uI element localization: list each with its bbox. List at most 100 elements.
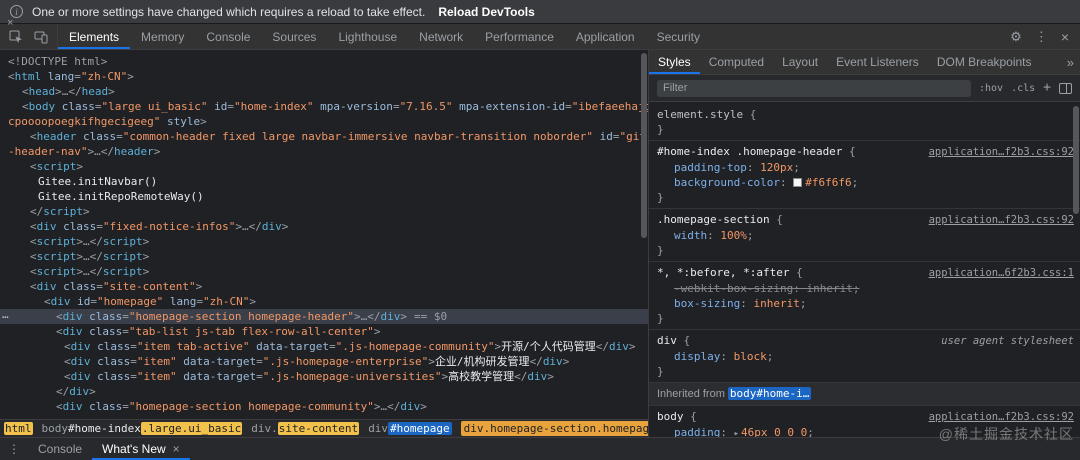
reload-devtools-button[interactable]: Reload DevTools [438,5,534,19]
settings-gear-icon[interactable]: ⚙ [1010,29,1022,45]
dom-node-line[interactable]: Gitee.initRepoRemoteWay() [0,189,648,204]
css-declaration[interactable]: box-sizing: inherit; [657,296,1074,311]
styles-tabs-bar: Styles Computed Layout Event Listeners DOM B… [649,50,1080,75]
css-declaration[interactable]: padding: ▸ 46px 0 0 0; [657,425,1074,437]
close-devtools-icon[interactable]: × [1061,29,1069,45]
dom-node-line[interactable]: <div class="tab-list js-tab flex-row-all… [0,324,648,339]
dom-node-line[interactable]: <body class="large ui_basic" id="home-in… [0,99,648,114]
sidebar-tab-computed[interactable]: Computed [700,50,773,74]
dom-node-line[interactable]: <div class="fixed-notice-infos">…</div> [0,219,648,234]
css-file-link[interactable]: application…f2b3.css:92 [921,213,1074,228]
tab-console[interactable]: Console [195,24,261,49]
dom-node-line[interactable]: <div class="homepage-section homepage-co… [0,399,648,414]
dom-node-line[interactable]: -header-nav">…</header> [0,144,648,159]
dom-node-line[interactable]: <!DOCTYPE html> [0,54,648,69]
drawer-bar: ⋮ Console What's New × [0,437,1080,460]
dom-node-line[interactable]: <script>…</script> [0,249,648,264]
styles-filter-row: :hov .cls + [649,75,1080,102]
tab-network[interactable]: Network [408,24,474,49]
tab-sources[interactable]: Sources [261,24,327,49]
element-classes-button[interactable]: .cls [1011,83,1035,94]
elements-panel: <!DOCTYPE html> <html lang="zh-CN"> <head>… [0,50,648,437]
dom-node-line[interactable]: </script> [0,204,648,219]
rule-selector[interactable]: #home-index .homepage-header [657,144,842,159]
drawer-menu-icon[interactable]: ⋮ [8,442,20,456]
color-swatch[interactable] [793,178,803,187]
css-declaration[interactable]: display: block; [657,349,1074,364]
tab-security[interactable]: Security [646,24,711,49]
css-file-link[interactable]: application…f2b3.css:92 [921,145,1074,160]
infobar-message: One or more settings have changed which … [32,4,426,19]
rule-selector[interactable]: div [657,333,677,348]
sidebar-tab-event-listeners[interactable]: Event Listeners [827,50,928,74]
dom-node-line[interactable]: <div class="item" data-target=".js-homep… [0,354,648,369]
devtools-toolbar: Elements Memory Console Sources Lighthouse Ne… [0,24,1080,50]
dom-node-line[interactable]: Gitee.initNavbar() [0,174,648,189]
tab-application[interactable]: Application [565,24,646,49]
dom-node-line[interactable]: <div class="item" data-target=".js-homep… [0,369,648,384]
breadcrumb-item[interactable]: html [4,422,33,435]
inherited-from-bar: Inherited from body#home-i… [649,383,1080,406]
expand-shorthand-icon[interactable]: ▸ [734,429,739,437]
rule-selector[interactable]: .homepage-section [657,212,770,227]
drawer-tab-console[interactable]: Console [28,438,92,460]
css-declaration[interactable]: -webkit-box-sizing: inherit; [657,281,1074,296]
toggle-element-state-button[interactable]: :hov [979,83,1003,94]
breadcrumb-item[interactable]: body#home-index.large.ui_basic [42,422,243,435]
sidebar-tab-layout[interactable]: Layout [773,50,827,74]
elements-scrollbar[interactable] [640,50,648,419]
dom-node-line[interactable]: </div> [0,384,648,399]
inherited-node-link[interactable]: body#home-i… [727,387,812,400]
css-file-link[interactable]: application…6f2b3.css:1 [921,266,1074,281]
inspect-icon[interactable] [9,30,23,44]
drawer-tab-what-s-new[interactable]: What's New × [92,438,190,460]
styles-sidebar: Styles Computed Layout Event Listeners DOM B… [648,50,1080,437]
css-file-link[interactable]: application…f2b3.css:92 [921,410,1074,425]
drawer-tabs: Console What's New × [28,438,190,460]
rule-selector[interactable]: *, *:before, *:after [657,265,789,280]
dom-node-line[interactable]: <html lang="zh-CN"> [0,69,648,84]
dom-node-line[interactable]: <div class="item tab-active" data-target… [0,339,648,354]
scrollbar-thumb[interactable] [1073,106,1079,214]
dom-tree: <!DOCTYPE html> <html lang="zh-CN"> <head>… [0,50,648,419]
tab-performance[interactable]: Performance [474,24,565,49]
dom-node-line[interactable]: <header class="common-header fixed large… [0,129,648,144]
kebab-menu-icon[interactable]: ⋮ [1035,29,1048,45]
content-area: <!DOCTYPE html> <html lang="zh-CN"> <head>… [0,50,1080,437]
scrollbar-thumb[interactable] [641,53,647,238]
breadcrumb-item[interactable]: div.site-content [251,422,360,435]
close-tab-icon[interactable]: × [173,442,180,456]
dom-node-line[interactable]: … <div class="homepage-section homepage-h… [0,307,648,324]
computed-sidebar-icon[interactable] [1059,82,1072,94]
dom-node-line[interactable]: <script>…</script> [0,234,648,249]
styles-filter-input[interactable] [657,79,971,97]
rule-selector[interactable]: body [657,409,684,424]
css-declaration[interactable]: padding-top: 120px; [657,160,1074,175]
breadcrumb-item[interactable]: div #homepage [368,422,452,435]
main-tabs: Elements Memory Console Sources Lighthouse Ne… [58,24,711,49]
sidebar-tab-styles[interactable]: Styles [649,50,700,74]
css-declaration[interactable]: background-color: #f6f6f6; [657,175,1074,190]
dom-node-line[interactable]: cpoooopoegkifhgecigeeg" style> [0,114,648,129]
tab-memory[interactable]: Memory [130,24,195,49]
device-toolbar-icon[interactable] [34,30,48,44]
dom-node-line[interactable]: <script> [0,159,648,174]
tab-elements[interactable]: Elements [58,24,130,49]
dom-node-line[interactable]: <div class="site-content"> [0,279,648,294]
dom-node-line[interactable]: <script>…</script> [0,264,648,279]
rule-selector[interactable]: element.style [657,107,743,122]
infobar-close-icon[interactable]: × [7,17,13,29]
style-rule: .homepage-section {application…f2b3.css:… [649,209,1080,262]
overflow-chevron-icon[interactable]: » [1067,55,1074,70]
css-declaration[interactable]: width: 100%; [657,228,1074,243]
dom-node-line[interactable]: <head>…</head> [0,84,648,99]
sidebar-tab-dom-breakpoints[interactable]: DOM Breakpoints [928,50,1041,74]
new-style-rule-button[interactable]: + [1043,81,1051,94]
tab-lighthouse[interactable]: Lighthouse [327,24,408,49]
style-rule: div {user agent stylesheet display: block… [649,330,1080,383]
styles-scrollbar[interactable] [1072,104,1080,437]
breadcrumb-item[interactable]: div.homepage-section.homepage-header [460,421,648,436]
more-actions-ellipsis-icon[interactable]: … [2,307,9,322]
style-rule: *, *:before, *:after {application…6f2b3.… [649,262,1080,330]
dom-node-line[interactable]: <div id="homepage" lang="zh-CN"> [0,294,648,309]
